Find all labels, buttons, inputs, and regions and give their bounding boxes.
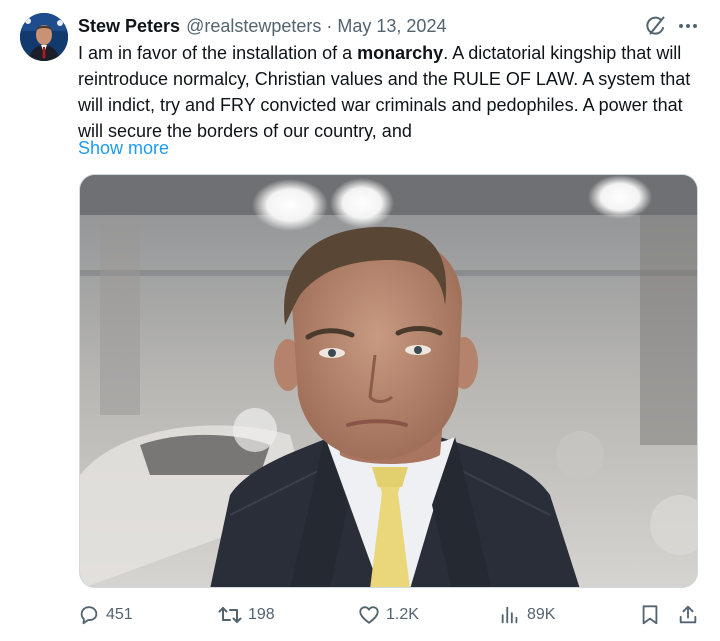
tweet-text-start: I am in favor of the installation of a <box>78 43 358 63</box>
tweet-text-bold: monarchy <box>357 43 444 63</box>
tweet-header: Stew Peters @realstewpeters · May 13, 20… <box>78 14 446 38</box>
views-icon <box>499 604 521 626</box>
tweet-photo[interactable] <box>79 174 698 588</box>
tweet-actions: 451 198 1.2K 89K <box>0 600 720 630</box>
reply-icon <box>78 604 100 626</box>
bookmark-icon <box>640 604 660 626</box>
views-count: 89K <box>527 606 556 623</box>
show-more-link[interactable]: Show more <box>78 135 169 161</box>
tweet-date[interactable]: May 13, 2024 <box>337 16 446 37</box>
repost-button[interactable]: 198 <box>218 600 275 630</box>
views-button[interactable]: 89K <box>499 600 555 630</box>
tweet: Stew Peters @realstewpeters · May 13, 20… <box>0 0 720 641</box>
reply-button[interactable]: 451 <box>78 600 133 630</box>
bookmark-button[interactable] <box>640 600 660 630</box>
tweet-text: I am in favor of the installation of a m… <box>78 40 703 144</box>
share-icon <box>677 604 699 626</box>
avatar[interactable] <box>20 13 68 61</box>
like-count: 1.2K <box>386 606 419 623</box>
reply-count: 451 <box>106 606 133 623</box>
more-icon[interactable] <box>676 14 700 38</box>
repost-icon <box>218 604 242 626</box>
handle[interactable]: @realstewpeters <box>186 16 321 37</box>
separator-dot: · <box>326 15 333 36</box>
grok-icon[interactable] <box>644 14 668 38</box>
share-button[interactable] <box>677 600 699 630</box>
display-name[interactable]: Stew Peters <box>78 16 180 37</box>
repost-count: 198 <box>248 606 275 623</box>
like-button[interactable]: 1.2K <box>358 600 419 630</box>
heart-icon <box>358 604 380 626</box>
